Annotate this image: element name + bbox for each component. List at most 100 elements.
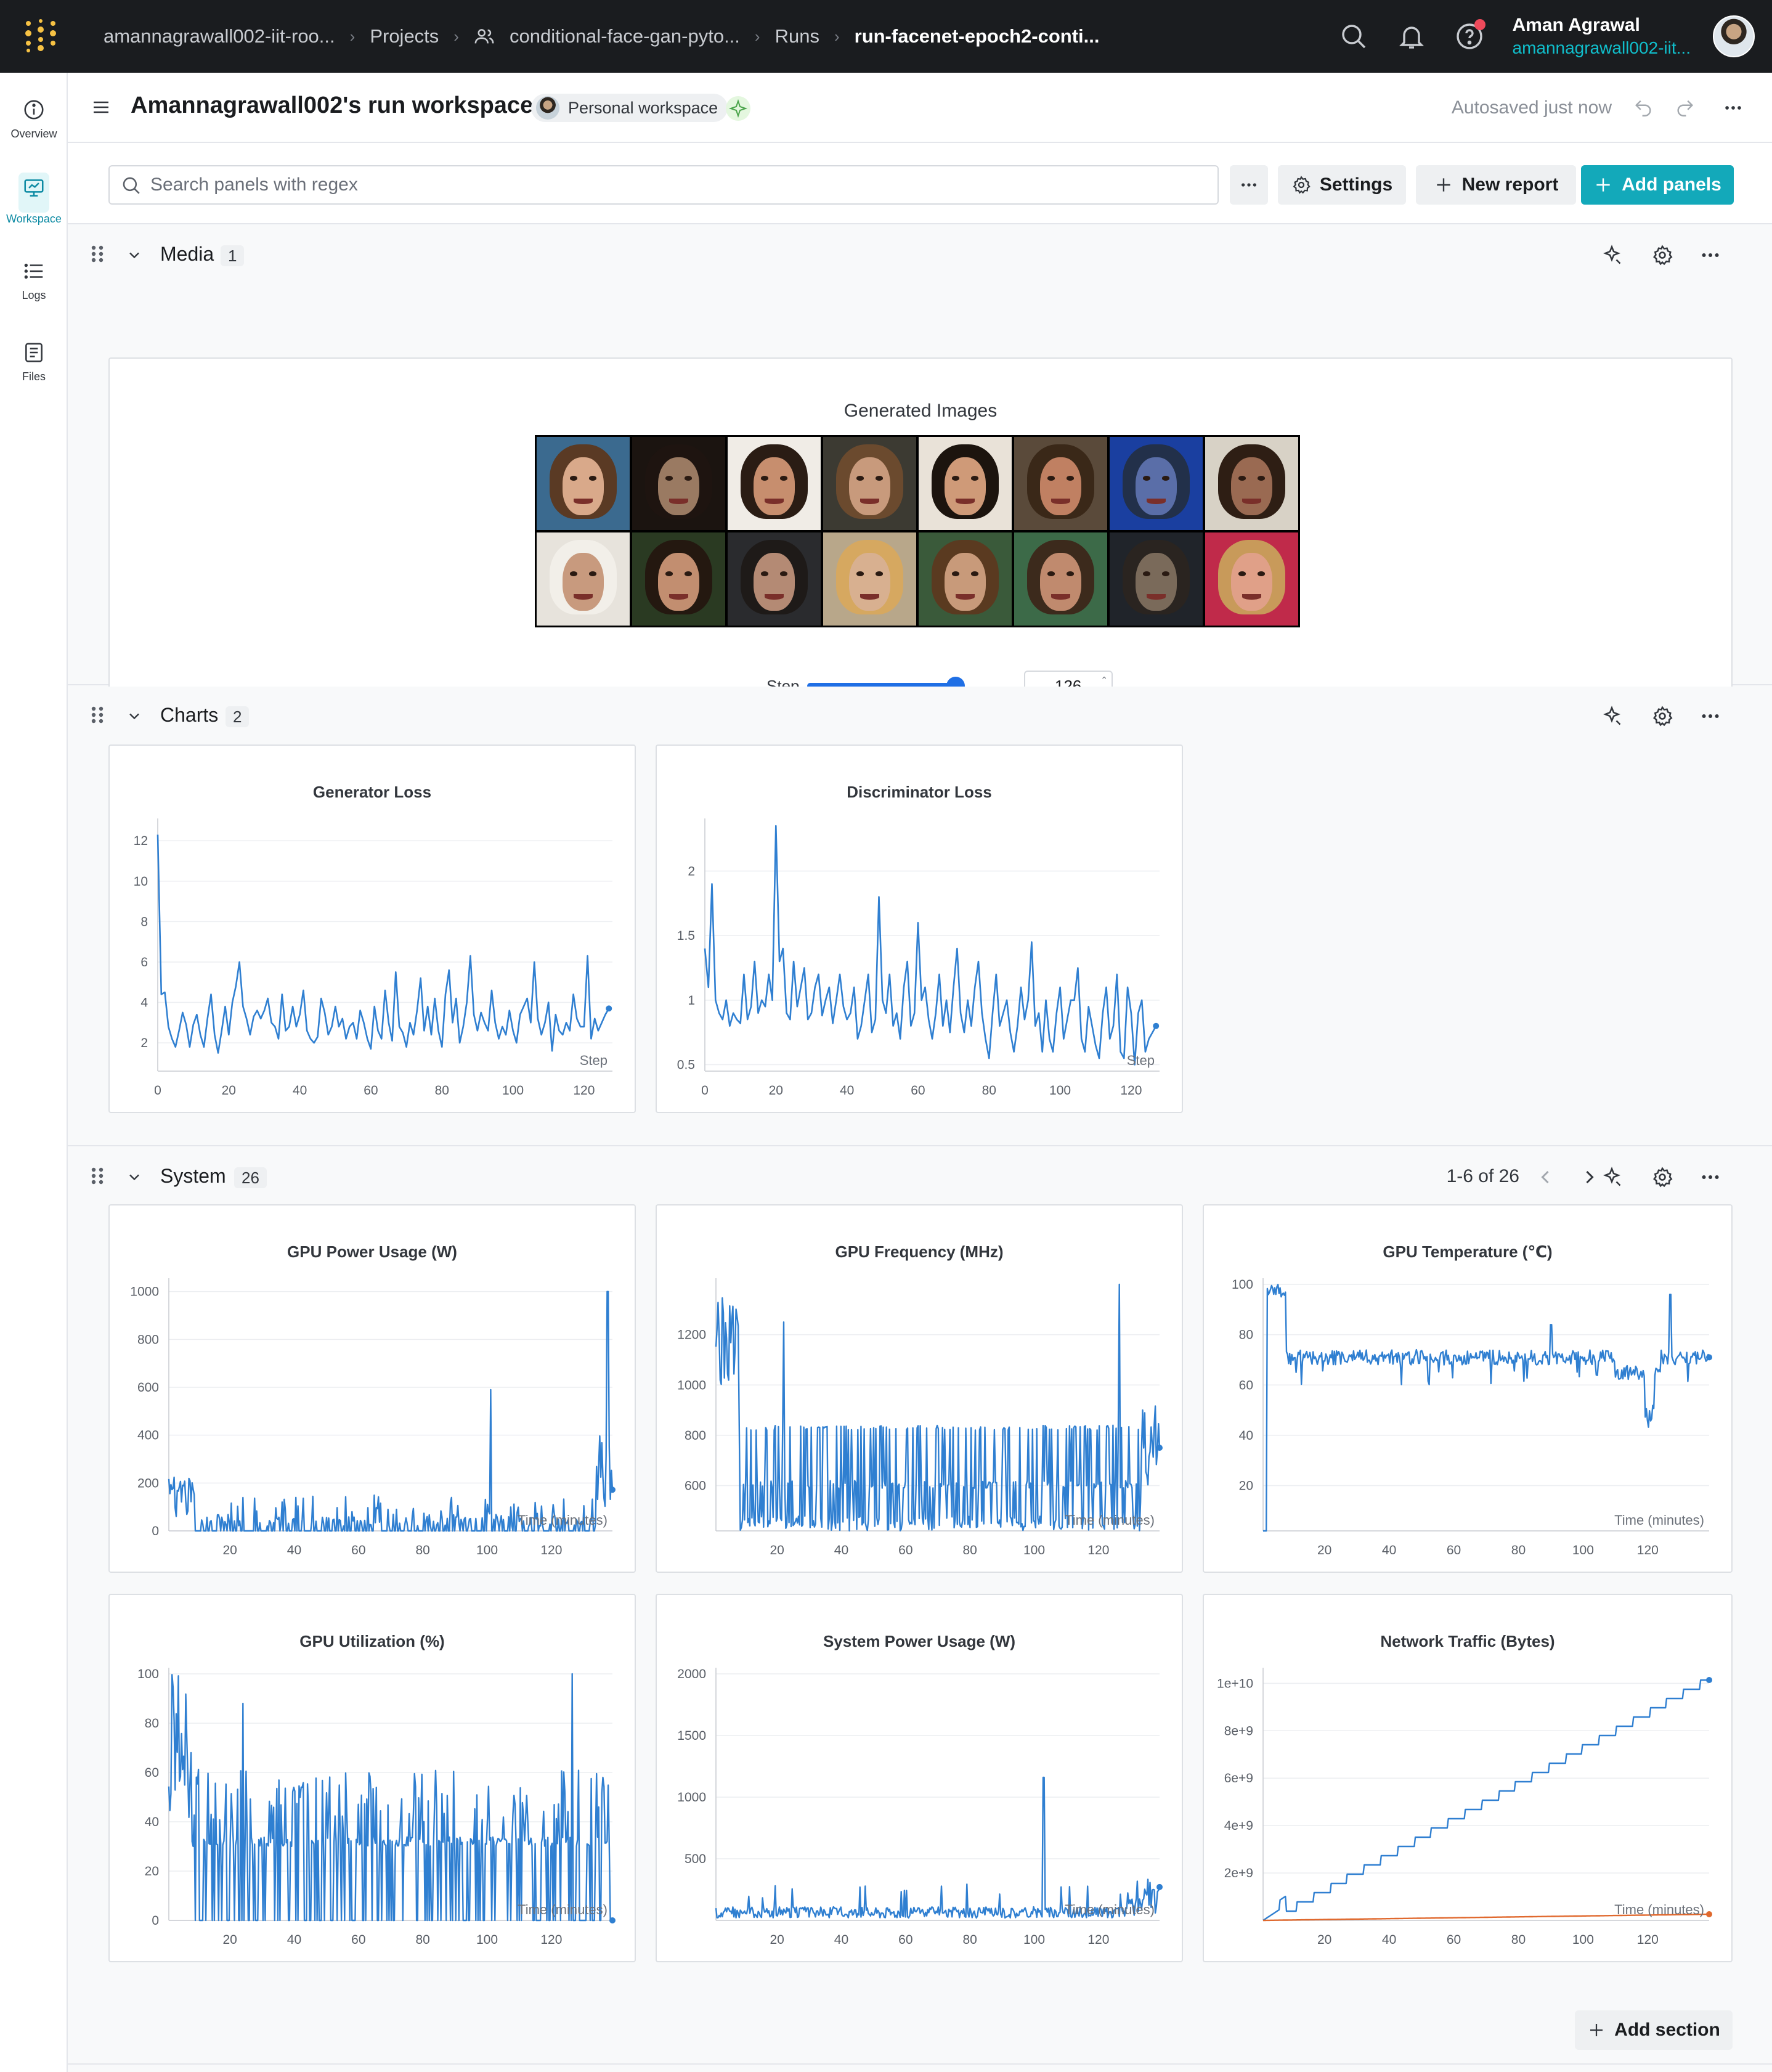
sidebar-item-workspace[interactable]: Workspace <box>0 165 68 233</box>
settings-label: Settings <box>1319 174 1393 195</box>
sidebar-item-files[interactable]: Files <box>0 328 68 396</box>
x-tick-label: 120 <box>1087 1933 1109 1947</box>
x-axis-label: Time (minutes) <box>1065 1512 1155 1528</box>
top-navigation-bar: amannagrawall002-iit-roo... › Projects ›… <box>0 0 1772 73</box>
x-tick-label: 60 <box>1447 1933 1461 1947</box>
y-tick-label: 12 <box>134 834 148 848</box>
gear-icon[interactable] <box>1651 705 1673 727</box>
undo-icon[interactable] <box>1633 97 1654 118</box>
breadcrumb-project[interactable]: conditional-face-gan-pyto... <box>510 25 740 47</box>
add-section-button[interactable]: Add section <box>1575 2010 1733 2050</box>
y-tick-label: 1500 <box>677 1729 706 1743</box>
section-title[interactable]: System <box>160 1165 226 1188</box>
panel-title: Generated Images <box>843 401 998 421</box>
avatar[interactable] <box>1713 15 1755 57</box>
search-input[interactable]: Search panels with regex <box>108 165 1219 205</box>
chart-svg: 20 40 60 80 100 20 40 60 80 100 120 Time (minutes) <box>1232 1278 1712 1557</box>
chart-panel-disc-loss[interactable]: Discriminator Loss 0.5 1 1.5 2 0 20 40 60 80 100 12… <box>656 744 1183 1113</box>
chart-svg: 0 200 400 600 800 1000 20 40 60 80 100 120 Time (min… <box>130 1278 616 1557</box>
generated-face-image <box>728 532 821 626</box>
x-axis-label: Time (minutes) <box>1614 1512 1704 1528</box>
breadcrumb-org[interactable]: amannagrawall002-iit-roo... <box>104 25 335 47</box>
magic-wand-icon[interactable] <box>1601 244 1623 266</box>
chart-panel-gpu-temp[interactable]: GPU Temperature (℃) 20 40 60 80 100 20 40 60 80 10… <box>1203 1204 1733 1573</box>
magic-wand-icon[interactable] <box>1601 705 1623 727</box>
generated-face-image <box>1014 437 1107 530</box>
chevron-down-icon[interactable] <box>126 247 143 264</box>
add-panels-button[interactable]: Add panels <box>1581 165 1734 205</box>
x-tick-label: 40 <box>840 1083 854 1098</box>
chart-svg: 246810120 20 40 60 80 100 120Step <box>134 818 612 1098</box>
y-tick-label: 600 <box>685 1479 706 1493</box>
chevron-right-icon[interactable] <box>1579 1166 1601 1188</box>
magic-wand-icon[interactable] <box>1601 1166 1623 1188</box>
x-tick-label: 120 <box>1087 1543 1109 1557</box>
media-panel[interactable]: Generated Images Step 126 ⌃⌄ <box>108 357 1733 726</box>
chart-svg: 0.511.520 20 40 60 80 100 120Step <box>677 818 1160 1098</box>
chart-panel-sys-power[interactable]: System Power Usage (W) 500 1000 1500 2000 20 4… <box>656 1594 1183 1962</box>
workspace-tag[interactable]: Personal workspace <box>531 94 728 122</box>
user-menu[interactable]: Aman Agrawal amannagrawall002-iit... <box>1513 15 1691 58</box>
x-tick-label: 80 <box>1511 1543 1526 1557</box>
breadcrumb-runs[interactable]: Runs <box>775 25 819 47</box>
gear-icon[interactable] <box>1651 1166 1673 1188</box>
bell-icon[interactable] <box>1397 22 1426 51</box>
settings-button[interactable]: Settings <box>1278 165 1406 205</box>
list-icon <box>24 263 43 279</box>
info-icon <box>24 99 44 120</box>
hamburger-menu-icon[interactable] <box>91 97 111 117</box>
new-report-button[interactable]: New report <box>1416 165 1576 205</box>
more-options-icon[interactable] <box>1699 1166 1721 1188</box>
gear-icon[interactable] <box>1651 244 1673 266</box>
series-line <box>168 1291 614 1532</box>
section-title[interactable]: Charts <box>160 704 218 727</box>
y-tick-label: 40 <box>145 1815 159 1829</box>
chart-svg: 500 1000 1500 2000 20 40 60 80 100 120 Time (minut… <box>677 1667 1163 1947</box>
y-tick-label: 100 <box>1232 1278 1253 1292</box>
series-line <box>715 1283 1161 1532</box>
chart-panel-gpu-power[interactable]: GPU Power Usage (W) 0 200 400 600 800 1000 20 40… <box>108 1204 636 1573</box>
y-tick-label: 60 <box>1239 1378 1253 1392</box>
sparkle-icon[interactable] <box>726 96 750 121</box>
section-title[interactable]: Media <box>160 243 214 266</box>
user-name: Aman Agrawal <box>1512 15 1640 35</box>
x-tick-label: 120 <box>540 1933 562 1947</box>
workspace-tag-label: Personal workspace <box>568 99 718 117</box>
chart-panel-gen-loss[interactable]: Generator Loss 2 4 6 8 10 12 0 20 40 60 80 100 120 Ste… <box>108 744 636 1113</box>
chart-panel-net-traffic[interactable]: Network Traffic (Bytes) 2e+9 4e+9 6e+9 8e+9 1… <box>1203 1594 1733 1962</box>
chart-panel-gpu-util[interactable]: GPU Utilization (%) 0 20 40 60 80 100 20 40 60 80 1… <box>108 1594 636 1962</box>
y-tick-label: 6 <box>140 955 148 969</box>
help-button[interactable] <box>1455 19 1485 51</box>
breadcrumb-projects[interactable]: Projects <box>370 25 439 47</box>
y-tick-label: 0 <box>152 1524 159 1538</box>
more-options-icon[interactable] <box>1699 244 1721 266</box>
chevron-down-icon[interactable] <box>126 1169 143 1186</box>
drag-handle-icon[interactable] <box>90 1166 105 1186</box>
chart-panel-gpu-freq[interactable]: GPU Frequency (MHz) 600 800 1000 1200 20 40 60 8… <box>656 1204 1183 1573</box>
x-tick-label: 0 <box>154 1083 161 1098</box>
search-icon[interactable] <box>1339 22 1368 51</box>
gear-icon <box>1293 176 1311 194</box>
generated-face-image <box>823 437 916 530</box>
chart-svg: 2e+9 4e+9 6e+9 8e+9 1e+10 20 40 60 80 100 120 Time … <box>1217 1668 1712 1947</box>
wandb-logo-icon[interactable] <box>23 18 58 53</box>
drag-handle-icon[interactable] <box>90 244 105 264</box>
y-tick-label: 1 <box>688 993 695 1008</box>
chart-svg: 0 20 40 60 80 100 20 40 60 80 100 120 Time (minutes) <box>137 1667 616 1947</box>
drag-handle-icon[interactable] <box>90 705 105 725</box>
breadcrumb-current-run[interactable]: run-facenet-epoch2-conti... <box>855 25 1100 47</box>
chevron-down-icon[interactable] <box>126 708 143 725</box>
redo-icon[interactable] <box>1675 97 1696 118</box>
more-options-icon[interactable] <box>1699 705 1721 727</box>
y-tick-label: 8 <box>140 915 148 929</box>
sidebar-item-label: Overview <box>10 127 57 140</box>
sidebar-item-overview[interactable]: Overview <box>0 85 68 153</box>
x-tick-label: 120 <box>1637 1933 1659 1947</box>
x-axis-label: Time (minutes) <box>518 1512 608 1528</box>
sidebar-item-logs[interactable]: Logs <box>0 247 68 314</box>
y-tick-label: 2000 <box>677 1667 706 1681</box>
more-options-button[interactable] <box>1230 165 1268 205</box>
more-options-icon[interactable] <box>1723 97 1744 118</box>
sidebar-item-label: Files <box>22 370 46 383</box>
chevron-left-icon[interactable] <box>1534 1166 1556 1188</box>
